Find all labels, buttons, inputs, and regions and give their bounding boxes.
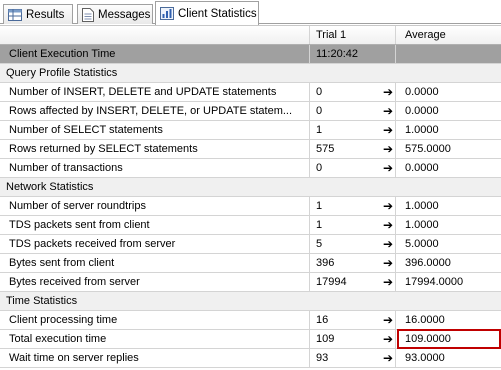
table-row-highlighted[interactable]: Total execution time 109 ➔ 109.0000	[0, 329, 501, 349]
table-row[interactable]: Rows affected by INSERT, DELETE, or UPDA…	[0, 102, 501, 121]
arrow-icon: ➔	[383, 313, 394, 327]
row-label: Number of INSERT, DELETE and UPDATE stat…	[0, 83, 310, 101]
table-row[interactable]: TDS packets received from server 5 ➔ 5.0…	[0, 235, 501, 254]
client-statistics-grid: Trial 1 Average Client Execution Time 11…	[0, 25, 501, 370]
row-label: Rows returned by SELECT statements	[0, 140, 310, 158]
row-label: Client processing time	[0, 311, 310, 329]
header-average[interactable]: Average	[396, 26, 501, 44]
arrow-icon: ➔	[383, 218, 394, 232]
row-average-value: 17994.0000	[405, 276, 464, 288]
row-average-value: 1.0000	[405, 124, 439, 136]
row-label: Bytes sent from client	[0, 254, 310, 272]
arrow-icon: ➔	[383, 332, 394, 346]
table-row[interactable]: Bytes received from server 17994 ➔ 17994…	[0, 273, 501, 292]
row-average-value	[396, 45, 501, 63]
row-average-value: 0.0000	[405, 86, 439, 98]
row-label: Wait time on server replies	[0, 349, 310, 367]
table-row[interactable]: Number of SELECT statements 1 ➔ 1.0000	[0, 121, 501, 140]
row-average-value: 5.0000	[405, 238, 439, 250]
row-label: Number of server roundtrips	[0, 197, 310, 215]
arrow-icon: ➔	[383, 256, 394, 270]
section-title: Query Profile Statistics	[0, 64, 501, 82]
row-label: Total execution time	[0, 330, 310, 348]
row-trial-value: 11:20:42	[310, 45, 396, 63]
header-trial-1[interactable]: Trial 1	[310, 26, 396, 44]
section-title: Network Statistics	[0, 178, 501, 196]
arrow-icon: ➔	[383, 123, 394, 137]
row-label: Rows affected by INSERT, DELETE, or UPDA…	[0, 102, 310, 120]
header-label-column	[0, 26, 310, 44]
table-row-selected[interactable]: Client Execution Time 11:20:42	[0, 45, 501, 64]
arrow-icon: ➔	[383, 275, 394, 289]
row-label: TDS packets received from server	[0, 235, 310, 253]
table-row[interactable]: Number of server roundtrips 1 ➔ 1.0000	[0, 197, 501, 216]
tab-client-statistics[interactable]: Client Statistics	[155, 1, 259, 25]
arrow-icon: ➔	[383, 85, 394, 99]
table-row[interactable]: Bytes sent from client 396 ➔ 396.0000	[0, 254, 501, 273]
row-label: Number of transactions	[0, 159, 310, 177]
row-label: Client Execution Time	[0, 45, 310, 63]
table-row[interactable]: Number of INSERT, DELETE and UPDATE stat…	[0, 83, 501, 102]
table-row[interactable]: Wait time on server replies 93 ➔ 93.0000	[0, 349, 501, 368]
arrow-icon: ➔	[383, 161, 394, 175]
row-label: Bytes received from server	[0, 273, 310, 291]
row-average-value: 1.0000	[405, 219, 439, 231]
arrow-icon: ➔	[383, 237, 394, 251]
grid-header-row: Trial 1 Average	[0, 26, 501, 45]
tab-client-statistics-label: Client Statistics	[178, 7, 257, 20]
document-icon	[82, 7, 94, 22]
tab-messages[interactable]: Messages	[77, 4, 153, 24]
table-row[interactable]: Client processing time 16 ➔ 16.0000	[0, 311, 501, 330]
arrow-icon: ➔	[383, 199, 394, 213]
table-row[interactable]: Rows returned by SELECT statements 575 ➔…	[0, 140, 501, 159]
results-tab-bar: Results Messages Client Statistics	[0, 0, 501, 25]
section-time: Time Statistics	[0, 292, 501, 311]
row-average-value: 109.0000	[405, 333, 451, 345]
section-network: Network Statistics	[0, 178, 501, 197]
row-average-value: 575.0000	[405, 143, 451, 155]
row-average-value: 16.0000	[405, 314, 445, 326]
row-label: TDS packets sent from client	[0, 216, 310, 234]
tab-results[interactable]: Results	[3, 4, 73, 24]
table-row[interactable]: Number of transactions 0 ➔ 0.0000	[0, 159, 501, 178]
table-row[interactable]: TDS packets sent from client 1 ➔ 1.0000	[0, 216, 501, 235]
arrow-icon: ➔	[383, 142, 394, 156]
tab-messages-label: Messages	[98, 8, 151, 21]
grid-icon	[8, 8, 22, 21]
row-average-value: 0.0000	[405, 105, 439, 117]
arrow-icon: ➔	[383, 351, 394, 365]
row-average-value: 93.0000	[405, 352, 445, 364]
row-average-value: 0.0000	[405, 162, 439, 174]
row-average-value: 1.0000	[405, 200, 439, 212]
section-query-profile: Query Profile Statistics	[0, 64, 501, 83]
arrow-icon: ➔	[383, 104, 394, 118]
statistics-icon	[160, 7, 174, 20]
row-average-value: 396.0000	[405, 257, 451, 269]
tab-results-label: Results	[26, 8, 65, 21]
row-label: Number of SELECT statements	[0, 121, 310, 139]
section-title: Time Statistics	[0, 292, 501, 310]
